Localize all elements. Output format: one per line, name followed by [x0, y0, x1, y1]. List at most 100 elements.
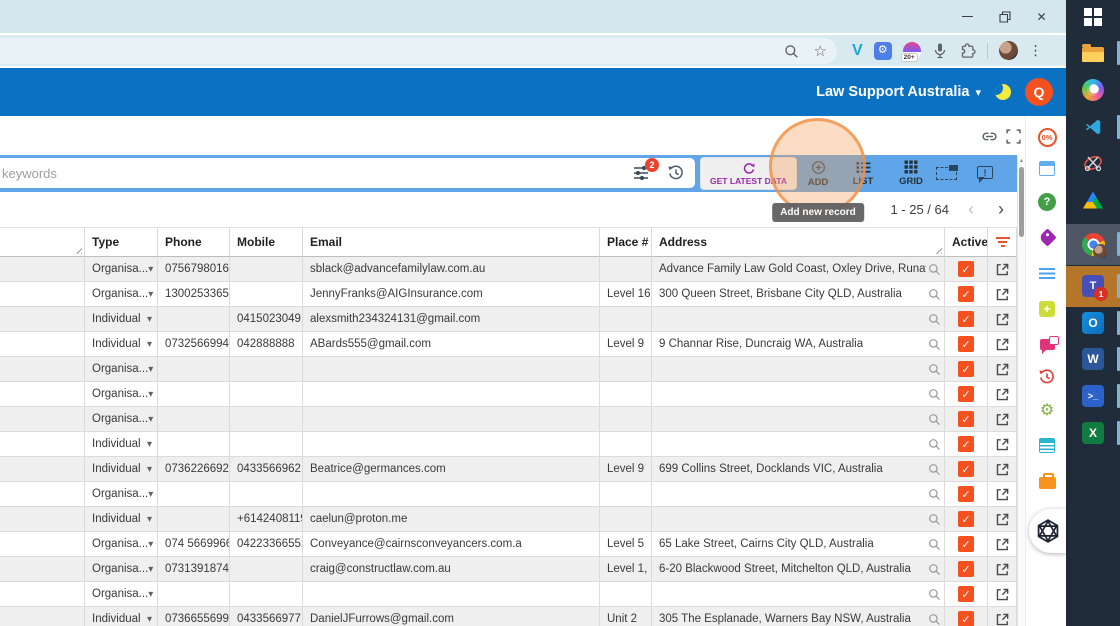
help-button[interactable] [1036, 191, 1058, 213]
type-dropdown[interactable]: Individual [85, 307, 158, 332]
mobile-cell[interactable]: 0415023049 [230, 307, 303, 332]
place-cell[interactable] [600, 382, 652, 407]
type-dropdown[interactable]: Organisa... [85, 482, 158, 507]
row-select-cell[interactable] [0, 532, 85, 557]
place-cell[interactable] [600, 407, 652, 432]
address-lookup-icon[interactable] [928, 363, 941, 376]
active-checkbox[interactable] [958, 411, 974, 427]
mobile-cell[interactable] [230, 357, 303, 382]
teams-button[interactable]: 1 [1066, 268, 1120, 304]
active-checkbox[interactable] [958, 461, 974, 477]
close-button[interactable] [1023, 0, 1060, 33]
filter-settings-button[interactable]: 2 [633, 165, 651, 182]
row-select-cell[interactable] [0, 407, 85, 432]
email-cell[interactable]: craig@constructlaw.com.au [303, 557, 600, 582]
chat-button[interactable] [1036, 333, 1058, 355]
mobile-cell[interactable] [230, 432, 303, 457]
email-cell[interactable]: ABards555@gmail.com [303, 332, 600, 357]
active-checkbox[interactable] [958, 361, 974, 377]
phone-cell[interactable] [158, 507, 230, 532]
place-cell[interactable]: Level 9 [600, 457, 652, 482]
row-select-cell[interactable] [0, 332, 85, 357]
recent-history-button[interactable] [1036, 366, 1058, 388]
start-button[interactable] [1066, 0, 1120, 35]
open-record-icon[interactable] [995, 387, 1010, 402]
tags-button[interactable] [1036, 226, 1058, 248]
email-cell[interactable]: Beatrice@germances.com [303, 457, 600, 482]
open-record-icon[interactable] [995, 612, 1010, 626]
chrome-button[interactable] [1066, 226, 1120, 262]
email-cell[interactable]: JennyFranks@AIGInsurance.com [303, 282, 600, 307]
active-checkbox[interactable] [958, 436, 974, 452]
place-cell[interactable]: Level 5 [600, 532, 652, 557]
phone-cell[interactable] [158, 307, 230, 332]
open-record-icon[interactable] [995, 437, 1010, 452]
copilot-button[interactable] [1066, 72, 1120, 108]
type-dropdown[interactable]: Organisa... [85, 282, 158, 307]
email-cell[interactable]: DanielJFurrows@gmail.com [303, 607, 600, 626]
type-dropdown[interactable]: Organisa... [85, 557, 158, 582]
profile-avatar[interactable] [999, 41, 1018, 60]
phone-column-header[interactable]: Phone [158, 228, 230, 257]
mobile-cell[interactable] [230, 382, 303, 407]
row-select-cell[interactable] [0, 607, 85, 626]
address-cell[interactable] [652, 407, 945, 432]
email-cell[interactable]: Conveyance@cairnsconveyancers.com.a [303, 532, 600, 557]
scrollbar-thumb[interactable] [1019, 167, 1024, 237]
vscode-button[interactable] [1066, 109, 1120, 145]
phone-cell[interactable]: 0732566994 [158, 332, 230, 357]
address-lookup-icon[interactable] [928, 588, 941, 601]
row-select-cell[interactable] [0, 307, 85, 332]
open-record-icon[interactable] [995, 537, 1010, 552]
matters-button[interactable] [1036, 470, 1058, 492]
dark-mode-moon-icon[interactable] [995, 84, 1011, 100]
mobile-cell[interactable] [230, 257, 303, 282]
open-record-icon[interactable] [995, 287, 1010, 302]
place-cell[interactable] [600, 307, 652, 332]
workspace-selector[interactable]: Law Support Australia [816, 84, 981, 100]
phone-cell[interactable] [158, 482, 230, 507]
address-lookup-icon[interactable] [928, 563, 941, 576]
open-record-icon[interactable] [995, 262, 1010, 277]
place-cell[interactable] [600, 507, 652, 532]
row-select-cell[interactable] [0, 357, 85, 382]
next-page-button[interactable] [993, 200, 1009, 219]
bookmark-star-icon[interactable] [814, 42, 827, 61]
email-cell[interactable] [303, 482, 600, 507]
active-checkbox[interactable] [958, 561, 974, 577]
row-select-cell[interactable] [0, 282, 85, 307]
scroll-up-arrow[interactable] [1018, 157, 1025, 164]
place-cell[interactable] [600, 582, 652, 607]
user-avatar[interactable]: Q [1025, 78, 1053, 106]
select-column-header[interactable] [0, 228, 85, 257]
address-cell[interactable]: 6-20 Blackwood Street, Mitchelton QLD, A… [652, 557, 945, 582]
column-filter-button[interactable] [988, 228, 1017, 257]
grid-view-button[interactable]: GRID [888, 157, 934, 190]
address-column-header[interactable]: Address [652, 228, 945, 257]
mobile-cell[interactable] [230, 582, 303, 607]
active-checkbox[interactable] [958, 536, 974, 552]
address-cell[interactable]: 300 Queen Street, Brisbane City QLD, Aus… [652, 282, 945, 307]
email-cell[interactable] [303, 357, 600, 382]
type-dropdown[interactable]: Individual [85, 432, 158, 457]
address-lookup-icon[interactable] [928, 338, 941, 351]
type-dropdown[interactable]: Individual [85, 507, 158, 532]
place-cell[interactable]: Level 9 [600, 332, 652, 357]
select-area-icon[interactable] [936, 167, 957, 180]
address-cell[interactable]: Advance Family Law Gold Coast, Oxley Dri… [652, 257, 945, 282]
active-checkbox[interactable] [958, 486, 974, 502]
address-cell[interactable] [652, 307, 945, 332]
type-dropdown[interactable]: Organisa... [85, 532, 158, 557]
place-cell[interactable] [600, 257, 652, 282]
address-lookup-icon[interactable] [928, 538, 941, 551]
address-lookup-icon[interactable] [928, 438, 941, 451]
address-lookup-icon[interactable] [928, 413, 941, 426]
extensions-puzzle-icon[interactable] [959, 42, 976, 59]
place-cell[interactable] [600, 357, 652, 382]
mobile-cell[interactable] [230, 407, 303, 432]
address-cell[interactable] [652, 357, 945, 382]
phone-cell[interactable] [158, 407, 230, 432]
address-cell[interactable] [652, 382, 945, 407]
address-cell[interactable]: 305 The Esplanade, Warners Bay NSW, Aust… [652, 607, 945, 626]
row-select-cell[interactable] [0, 582, 85, 607]
